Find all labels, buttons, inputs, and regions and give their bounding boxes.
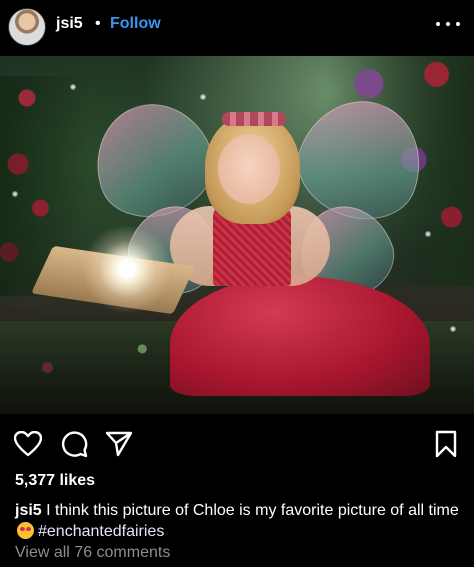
heart-icon[interactable] [13,429,43,459]
post-image[interactable] [0,56,474,414]
post-caption: jsi5 I think this picture of Chloe is my… [15,500,463,542]
glowing-light [82,224,172,314]
sparkle [70,84,76,90]
sparkle [200,94,206,100]
post-header: jsi5 • Follow [0,0,474,52]
red-dress-skirt [170,276,430,396]
hashtag-link[interactable]: #enchantedfairies [38,523,164,540]
bookmark-icon[interactable] [431,429,461,459]
comment-icon[interactable] [59,429,89,459]
more-options-icon[interactable] [436,12,460,36]
separator-dot: • [95,15,101,32]
sparkle [425,231,431,237]
heart-eyes-emoji-icon [17,522,34,539]
likes-count[interactable]: 5,377 likes [15,472,95,490]
flower-crown [222,112,286,126]
action-bar [0,425,474,465]
face [218,134,280,204]
sparkle [450,326,456,332]
view-all-comments-link[interactable]: View all 76 comments [15,544,170,562]
post-username[interactable]: jsi5 [56,15,83,33]
follow-button[interactable]: Follow [110,15,161,33]
caption-username[interactable]: jsi5 [15,502,42,519]
sparkle [12,191,18,197]
caption-text: I think this picture of Chloe is my favo… [46,502,459,519]
avatar[interactable] [8,8,46,46]
send-icon[interactable] [104,429,134,459]
